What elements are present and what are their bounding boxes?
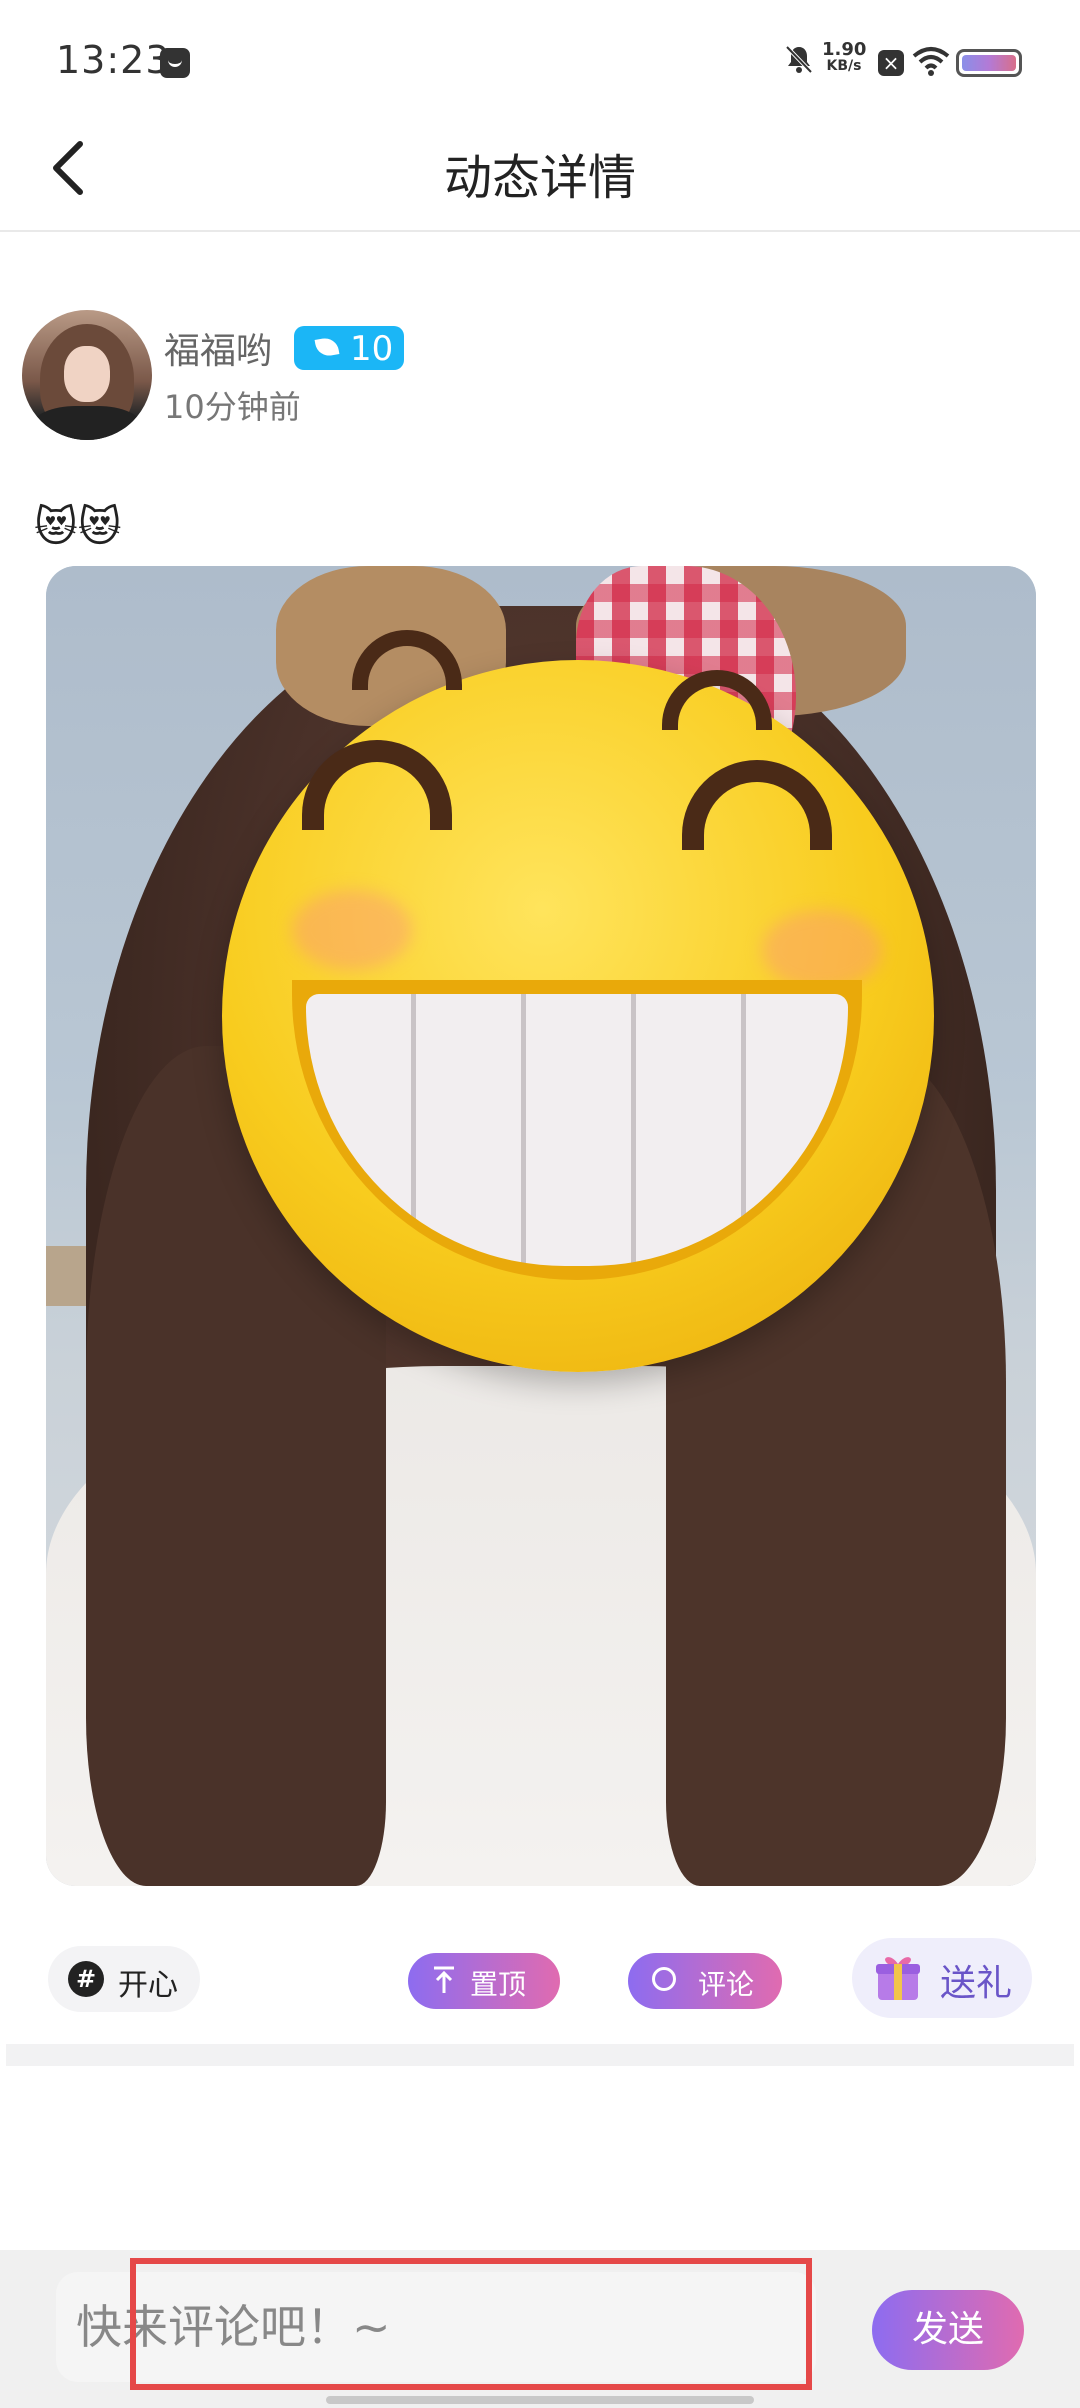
level-badge: 10 xyxy=(294,326,404,370)
wifi-icon xyxy=(912,47,950,76)
post-photo[interactable] xyxy=(46,566,1036,1886)
network-speed-unit: KB/s xyxy=(826,58,862,74)
topic-tag-chip[interactable]: # 开心 xyxy=(48,1946,200,2012)
hashtag-icon: # xyxy=(68,1961,104,1997)
section-divider xyxy=(6,2044,1074,2066)
close-box-icon: × xyxy=(878,50,904,76)
bell-muted-icon xyxy=(785,45,813,74)
status-time: 13:23 xyxy=(56,38,171,82)
network-speed-value: 1.90 xyxy=(822,39,867,60)
leaf-icon xyxy=(314,336,340,358)
comment-button[interactable]: 评论 xyxy=(628,1953,782,2009)
level-number: 10 xyxy=(350,329,394,369)
send-gift-label: 送礼 xyxy=(940,1963,1013,2004)
comment-label: 评论 xyxy=(698,1968,755,2001)
send-gift-button[interactable]: 送礼 xyxy=(852,1938,1032,2018)
comment-bar: 发送 xyxy=(0,2250,1080,2408)
post-time: 10分钟前 xyxy=(164,388,301,426)
home-indicator xyxy=(326,2396,754,2404)
message-notification-icon xyxy=(160,48,190,78)
username[interactable]: 福福哟 xyxy=(164,322,272,374)
comment-input[interactable] xyxy=(56,2272,816,2382)
smiley-emoji-overlay xyxy=(222,630,934,1372)
topic-tag-label: 开心 xyxy=(118,1968,178,2003)
network-speed: 1.90 KB/s xyxy=(822,40,866,73)
avatar[interactable] xyxy=(22,310,152,440)
post-text: 😻😻 xyxy=(34,502,122,551)
comment-bubble-icon xyxy=(652,1967,676,1991)
pin-to-top-label: 置顶 xyxy=(470,1968,527,2001)
pin-top-icon xyxy=(434,1966,454,1993)
send-button[interactable]: 发送 xyxy=(872,2290,1024,2370)
battery-icon xyxy=(956,49,1022,77)
gift-icon xyxy=(876,1957,920,2000)
pin-to-top-button[interactable]: 置顶 xyxy=(408,1953,560,2009)
page-title: 动态详情 xyxy=(443,150,636,206)
